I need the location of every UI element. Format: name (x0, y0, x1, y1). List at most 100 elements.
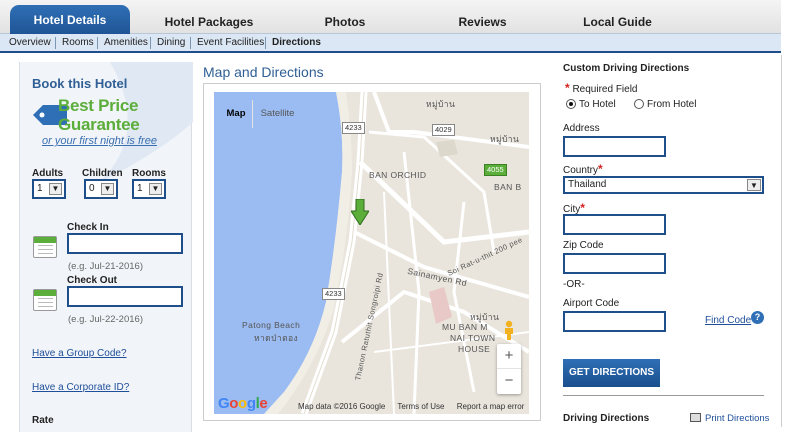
map-label: HOUSE (458, 344, 491, 354)
children-label: Children (82, 168, 123, 179)
subnav-divider (190, 37, 191, 49)
tab-reviews[interactable]: Reviews (440, 12, 525, 34)
group-code-link[interactable]: Have a Group Code? (32, 348, 127, 359)
zip-code-input[interactable] (563, 253, 666, 274)
required-star-icon: * (565, 81, 570, 95)
required-field-text: Required Field (572, 84, 638, 95)
checkin-hint: (e.g. Jul-21-2016) (68, 261, 143, 272)
country-label: Country* (563, 162, 603, 176)
zoom-in-button[interactable]: + (497, 344, 521, 369)
map-label: หมู่บ้าน (490, 134, 520, 144)
map-label: NAI TOWN (450, 333, 496, 343)
subtab-amenities[interactable]: Amenities (104, 37, 148, 48)
zoom-out-button[interactable]: − (497, 369, 521, 394)
required-star-icon: * (598, 162, 603, 176)
from-hotel-label: From Hotel (647, 99, 697, 110)
rooms-label: Rooms (132, 168, 166, 179)
tab-hotel-packages[interactable]: Hotel Packages (145, 12, 273, 34)
airport-code-label: Airport Code (563, 298, 620, 309)
chevron-down-icon: ▼ (49, 183, 62, 195)
best-price-text: Best Price (58, 96, 139, 115)
road-shield: 4233 (342, 122, 365, 134)
divider (563, 395, 764, 396)
first-night-free-text: or your first night is free (42, 135, 157, 147)
city-input[interactable] (563, 214, 666, 235)
road-shield: 4029 (432, 124, 455, 136)
print-directions-link[interactable]: Print Directions (705, 413, 769, 424)
subtab-overview[interactable]: Overview (9, 37, 51, 48)
country-value: Thailand (568, 179, 607, 190)
to-hotel-label: To Hotel (579, 99, 616, 110)
map-label: หาดป่าตอง (254, 333, 299, 343)
required-star-icon: * (580, 201, 585, 215)
required-field-note: * Required Field (565, 81, 638, 95)
airport-code-input[interactable] (563, 311, 666, 332)
address-input[interactable] (563, 136, 666, 157)
checkout-label: Check Out (67, 275, 118, 286)
map-label: Patong Beach (242, 320, 301, 330)
book-hotel-title: Book this Hotel (32, 76, 128, 91)
subnav-divider (150, 37, 151, 49)
map-label: หมู่บ้าน (426, 99, 456, 109)
subnav-divider (55, 37, 56, 49)
children-select[interactable]: 0 ▼ (84, 179, 118, 199)
map-label: BAN B (494, 182, 522, 192)
map-frame: หมู่บ้าน หมู่บ้าน BAN ORCHID BAN B Soi R… (203, 83, 541, 421)
driving-directions-title: Driving Directions (563, 413, 650, 424)
guarantee-text: Guarantee (58, 115, 140, 134)
children-value: 0 (89, 183, 95, 194)
country-select[interactable]: Thailand ▼ (563, 176, 764, 194)
zoom-control: + − (497, 344, 521, 394)
sub-nav: Overview Rooms Amenities Dining Event Fa… (0, 34, 781, 53)
country-label-text: Country (563, 165, 599, 176)
get-directions-button[interactable]: GET DIRECTIONS (563, 359, 660, 387)
find-code-link[interactable]: Find Code (705, 315, 751, 326)
map-title: Map and Directions (203, 64, 324, 80)
subtab-dining[interactable]: Dining (157, 37, 185, 48)
calendar-icon[interactable] (33, 289, 57, 311)
checkout-input[interactable] (67, 286, 183, 307)
chevron-down-icon: ▼ (101, 183, 114, 195)
map-marker-icon[interactable] (351, 199, 369, 225)
map-footer: Map data ©2016 Google Terms of Use Repor… (298, 402, 529, 411)
chevron-down-icon: ▼ (149, 183, 162, 195)
subtab-rooms[interactable]: Rooms (62, 37, 94, 48)
subtab-directions[interactable]: Directions (272, 37, 321, 48)
rate-label: Rate (32, 415, 54, 426)
subnav-divider (265, 37, 266, 49)
print-icon[interactable] (690, 413, 701, 422)
adults-select[interactable]: 1 ▼ (32, 179, 66, 199)
map-label: หมู่บ้าน (470, 312, 500, 322)
main-tab-bar: Hotel Details Hotel Packages Photos Revi… (0, 0, 781, 34)
map-canvas[interactable]: หมู่บ้าน หมู่บ้าน BAN ORCHID BAN B Soi R… (214, 92, 529, 414)
road-shield: 4233 (322, 288, 345, 300)
zip-code-label: Zip Code (563, 240, 604, 251)
help-icon[interactable]: ? (751, 311, 764, 324)
address-label: Address (563, 123, 600, 134)
google-logo: Google (218, 395, 268, 412)
checkin-input[interactable] (67, 233, 183, 254)
map-type-map-button[interactable]: Map (220, 100, 252, 128)
rooms-select[interactable]: 1 ▼ (132, 179, 166, 199)
adults-value: 1 (37, 183, 43, 194)
city-label: City* (563, 201, 585, 215)
road-shield: 4055 (484, 164, 507, 176)
corporate-id-link[interactable]: Have a Corporate ID? (32, 382, 129, 393)
custom-directions-title: Custom Driving Directions (563, 63, 690, 74)
pegman-icon[interactable] (502, 320, 516, 340)
rooms-value: 1 (137, 183, 143, 194)
from-hotel-radio[interactable] (634, 99, 644, 109)
map-type-satellite-button[interactable]: Satellite (252, 100, 302, 128)
tab-local-guide[interactable]: Local Guide (570, 12, 665, 34)
tab-photos[interactable]: Photos (305, 12, 385, 34)
content-border (781, 55, 782, 427)
terms-of-use-link[interactable]: Terms of Use (397, 402, 444, 411)
calendar-icon[interactable] (33, 236, 57, 258)
booking-panel: Book this Hotel Best Price Guarantee or … (19, 62, 193, 432)
checkin-label: Check In (67, 222, 109, 233)
tab-hotel-details[interactable]: Hotel Details (10, 5, 130, 34)
subtab-event-facilities[interactable]: Event Facilities (197, 37, 264, 48)
map-label: BAN ORCHID (369, 170, 427, 180)
report-map-error-link[interactable]: Report a map error (457, 402, 525, 411)
to-hotel-radio[interactable] (566, 99, 576, 109)
